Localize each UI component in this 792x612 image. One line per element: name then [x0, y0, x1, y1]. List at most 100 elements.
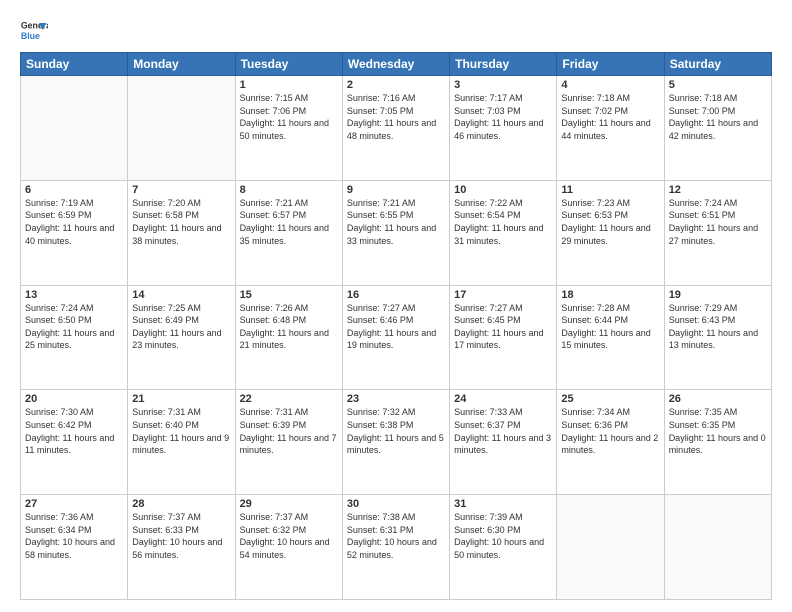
page-header: General Blue	[20, 16, 772, 44]
weekday-header-wednesday: Wednesday	[342, 53, 449, 76]
calendar-cell	[664, 495, 771, 600]
calendar-cell: 12Sunrise: 7:24 AM Sunset: 6:51 PM Dayli…	[664, 180, 771, 285]
weekday-header-row: SundayMondayTuesdayWednesdayThursdayFrid…	[21, 53, 772, 76]
calendar-cell: 11Sunrise: 7:23 AM Sunset: 6:53 PM Dayli…	[557, 180, 664, 285]
day-info: Sunrise: 7:37 AM Sunset: 6:32 PM Dayligh…	[240, 511, 338, 561]
calendar-cell: 25Sunrise: 7:34 AM Sunset: 6:36 PM Dayli…	[557, 390, 664, 495]
week-row-5: 27Sunrise: 7:36 AM Sunset: 6:34 PM Dayli…	[21, 495, 772, 600]
day-number: 10	[454, 184, 552, 196]
day-number: 6	[25, 184, 123, 196]
day-info: Sunrise: 7:39 AM Sunset: 6:30 PM Dayligh…	[454, 511, 552, 561]
weekday-header-monday: Monday	[128, 53, 235, 76]
day-info: Sunrise: 7:19 AM Sunset: 6:59 PM Dayligh…	[25, 197, 123, 247]
day-info: Sunrise: 7:25 AM Sunset: 6:49 PM Dayligh…	[132, 302, 230, 352]
weekday-header-friday: Friday	[557, 53, 664, 76]
day-info: Sunrise: 7:33 AM Sunset: 6:37 PM Dayligh…	[454, 406, 552, 456]
calendar-cell: 22Sunrise: 7:31 AM Sunset: 6:39 PM Dayli…	[235, 390, 342, 495]
day-number: 20	[25, 393, 123, 405]
day-info: Sunrise: 7:16 AM Sunset: 7:05 PM Dayligh…	[347, 92, 445, 142]
calendar-cell: 5Sunrise: 7:18 AM Sunset: 7:00 PM Daylig…	[664, 76, 771, 181]
calendar-cell: 9Sunrise: 7:21 AM Sunset: 6:55 PM Daylig…	[342, 180, 449, 285]
calendar-cell: 31Sunrise: 7:39 AM Sunset: 6:30 PM Dayli…	[450, 495, 557, 600]
day-number: 16	[347, 289, 445, 301]
day-number: 11	[561, 184, 659, 196]
day-info: Sunrise: 7:32 AM Sunset: 6:38 PM Dayligh…	[347, 406, 445, 456]
day-info: Sunrise: 7:15 AM Sunset: 7:06 PM Dayligh…	[240, 92, 338, 142]
day-info: Sunrise: 7:17 AM Sunset: 7:03 PM Dayligh…	[454, 92, 552, 142]
logo: General Blue	[20, 16, 48, 44]
day-number: 8	[240, 184, 338, 196]
day-info: Sunrise: 7:34 AM Sunset: 6:36 PM Dayligh…	[561, 406, 659, 456]
day-number: 22	[240, 393, 338, 405]
day-info: Sunrise: 7:22 AM Sunset: 6:54 PM Dayligh…	[454, 197, 552, 247]
day-number: 21	[132, 393, 230, 405]
day-number: 17	[454, 289, 552, 301]
calendar-cell: 6Sunrise: 7:19 AM Sunset: 6:59 PM Daylig…	[21, 180, 128, 285]
day-number: 3	[454, 79, 552, 91]
week-row-3: 13Sunrise: 7:24 AM Sunset: 6:50 PM Dayli…	[21, 285, 772, 390]
week-row-1: 1Sunrise: 7:15 AM Sunset: 7:06 PM Daylig…	[21, 76, 772, 181]
calendar-cell: 4Sunrise: 7:18 AM Sunset: 7:02 PM Daylig…	[557, 76, 664, 181]
day-number: 27	[25, 498, 123, 510]
calendar-cell: 17Sunrise: 7:27 AM Sunset: 6:45 PM Dayli…	[450, 285, 557, 390]
day-number: 15	[240, 289, 338, 301]
calendar-cell: 10Sunrise: 7:22 AM Sunset: 6:54 PM Dayli…	[450, 180, 557, 285]
day-number: 7	[132, 184, 230, 196]
day-info: Sunrise: 7:36 AM Sunset: 6:34 PM Dayligh…	[25, 511, 123, 561]
day-number: 30	[347, 498, 445, 510]
day-info: Sunrise: 7:38 AM Sunset: 6:31 PM Dayligh…	[347, 511, 445, 561]
calendar-cell: 8Sunrise: 7:21 AM Sunset: 6:57 PM Daylig…	[235, 180, 342, 285]
calendar-cell: 16Sunrise: 7:27 AM Sunset: 6:46 PM Dayli…	[342, 285, 449, 390]
day-number: 29	[240, 498, 338, 510]
day-info: Sunrise: 7:21 AM Sunset: 6:55 PM Dayligh…	[347, 197, 445, 247]
calendar-cell: 7Sunrise: 7:20 AM Sunset: 6:58 PM Daylig…	[128, 180, 235, 285]
calendar-cell: 13Sunrise: 7:24 AM Sunset: 6:50 PM Dayli…	[21, 285, 128, 390]
day-number: 1	[240, 79, 338, 91]
day-info: Sunrise: 7:27 AM Sunset: 6:45 PM Dayligh…	[454, 302, 552, 352]
day-info: Sunrise: 7:30 AM Sunset: 6:42 PM Dayligh…	[25, 406, 123, 456]
calendar-cell: 26Sunrise: 7:35 AM Sunset: 6:35 PM Dayli…	[664, 390, 771, 495]
calendar-cell: 14Sunrise: 7:25 AM Sunset: 6:49 PM Dayli…	[128, 285, 235, 390]
calendar-cell: 23Sunrise: 7:32 AM Sunset: 6:38 PM Dayli…	[342, 390, 449, 495]
weekday-header-thursday: Thursday	[450, 53, 557, 76]
day-number: 28	[132, 498, 230, 510]
weekday-header-tuesday: Tuesday	[235, 53, 342, 76]
calendar-cell: 20Sunrise: 7:30 AM Sunset: 6:42 PM Dayli…	[21, 390, 128, 495]
calendar-cell: 18Sunrise: 7:28 AM Sunset: 6:44 PM Dayli…	[557, 285, 664, 390]
calendar-cell: 27Sunrise: 7:36 AM Sunset: 6:34 PM Dayli…	[21, 495, 128, 600]
day-info: Sunrise: 7:18 AM Sunset: 7:02 PM Dayligh…	[561, 92, 659, 142]
calendar-cell: 2Sunrise: 7:16 AM Sunset: 7:05 PM Daylig…	[342, 76, 449, 181]
calendar-cell: 24Sunrise: 7:33 AM Sunset: 6:37 PM Dayli…	[450, 390, 557, 495]
calendar-cell: 3Sunrise: 7:17 AM Sunset: 7:03 PM Daylig…	[450, 76, 557, 181]
day-info: Sunrise: 7:35 AM Sunset: 6:35 PM Dayligh…	[669, 406, 767, 456]
calendar-cell	[557, 495, 664, 600]
day-info: Sunrise: 7:23 AM Sunset: 6:53 PM Dayligh…	[561, 197, 659, 247]
calendar-cell: 1Sunrise: 7:15 AM Sunset: 7:06 PM Daylig…	[235, 76, 342, 181]
day-info: Sunrise: 7:21 AM Sunset: 6:57 PM Dayligh…	[240, 197, 338, 247]
calendar-cell: 15Sunrise: 7:26 AM Sunset: 6:48 PM Dayli…	[235, 285, 342, 390]
day-info: Sunrise: 7:29 AM Sunset: 6:43 PM Dayligh…	[669, 302, 767, 352]
weekday-header-saturday: Saturday	[664, 53, 771, 76]
day-number: 4	[561, 79, 659, 91]
day-number: 2	[347, 79, 445, 91]
day-number: 13	[25, 289, 123, 301]
day-number: 25	[561, 393, 659, 405]
day-number: 18	[561, 289, 659, 301]
day-info: Sunrise: 7:31 AM Sunset: 6:39 PM Dayligh…	[240, 406, 338, 456]
svg-text:Blue: Blue	[21, 31, 40, 41]
logo-icon: General Blue	[20, 16, 48, 44]
day-info: Sunrise: 7:28 AM Sunset: 6:44 PM Dayligh…	[561, 302, 659, 352]
day-number: 14	[132, 289, 230, 301]
day-info: Sunrise: 7:24 AM Sunset: 6:50 PM Dayligh…	[25, 302, 123, 352]
calendar-cell: 28Sunrise: 7:37 AM Sunset: 6:33 PM Dayli…	[128, 495, 235, 600]
day-info: Sunrise: 7:24 AM Sunset: 6:51 PM Dayligh…	[669, 197, 767, 247]
calendar-table: SundayMondayTuesdayWednesdayThursdayFrid…	[20, 52, 772, 600]
day-info: Sunrise: 7:20 AM Sunset: 6:58 PM Dayligh…	[132, 197, 230, 247]
day-info: Sunrise: 7:18 AM Sunset: 7:00 PM Dayligh…	[669, 92, 767, 142]
day-info: Sunrise: 7:31 AM Sunset: 6:40 PM Dayligh…	[132, 406, 230, 456]
day-info: Sunrise: 7:37 AM Sunset: 6:33 PM Dayligh…	[132, 511, 230, 561]
day-number: 23	[347, 393, 445, 405]
week-row-4: 20Sunrise: 7:30 AM Sunset: 6:42 PM Dayli…	[21, 390, 772, 495]
day-info: Sunrise: 7:27 AM Sunset: 6:46 PM Dayligh…	[347, 302, 445, 352]
calendar-cell: 29Sunrise: 7:37 AM Sunset: 6:32 PM Dayli…	[235, 495, 342, 600]
